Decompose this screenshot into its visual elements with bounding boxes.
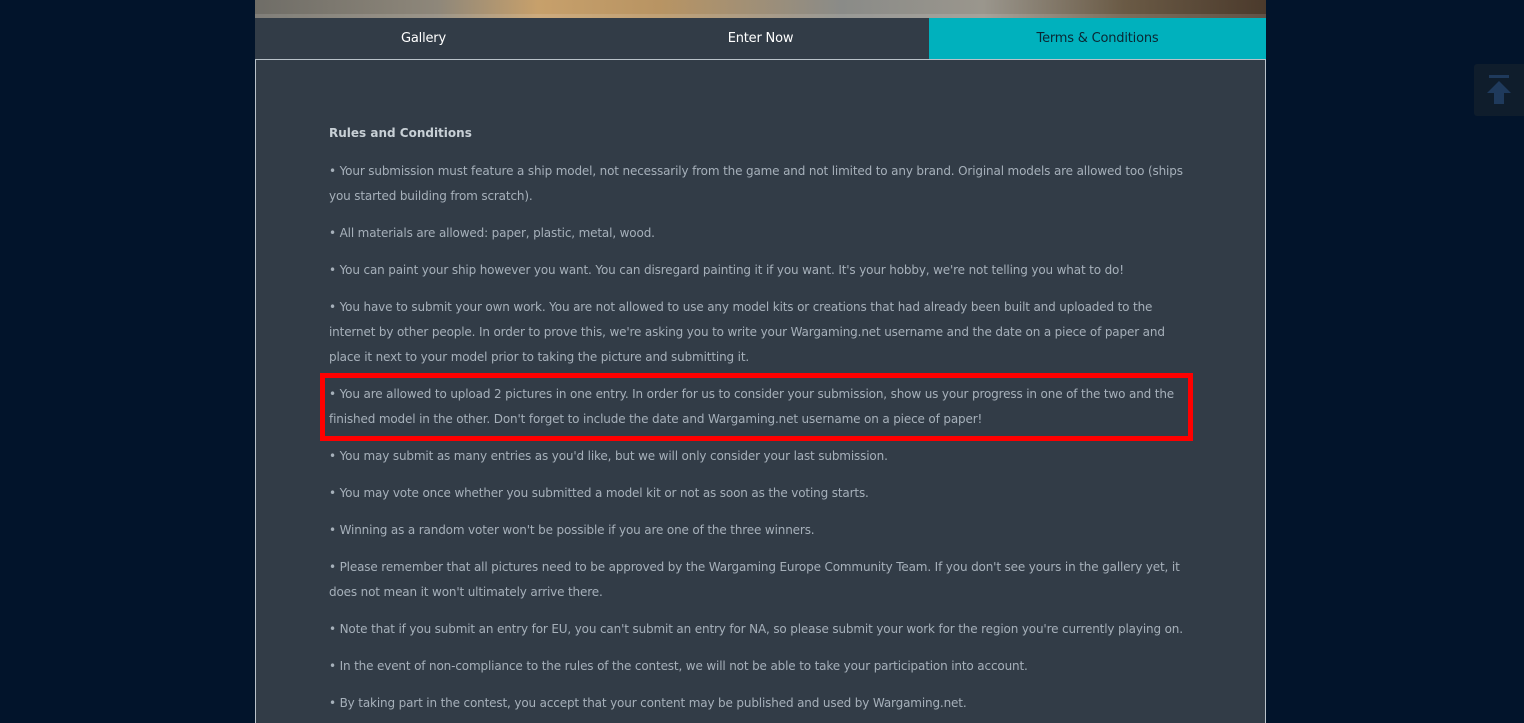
rule-item: • Please remember that all pictures need… — [329, 560, 1180, 599]
terms-panel: Rules and Conditions • Your submission m… — [255, 59, 1266, 723]
rule-item: • You may vote once whether you submitte… — [329, 486, 869, 500]
rule-item: • You can paint your ship however you wa… — [329, 263, 1124, 277]
tab-terms-and-conditions[interactable]: Terms & Conditions — [929, 18, 1266, 59]
rule-item: • You have to submit your own work. You … — [329, 300, 1165, 364]
rules-heading: Rules and Conditions — [329, 126, 472, 140]
tab-bar: Gallery Enter Now Terms & Conditions — [255, 18, 1266, 59]
rule-item: • By taking part in the contest, you acc… — [329, 696, 967, 710]
scroll-to-top-button[interactable] — [1474, 64, 1524, 116]
rule-item: • You may submit as many entries as you'… — [329, 449, 888, 463]
rule-item: • In the event of non-compliance to the … — [329, 659, 1028, 673]
banner-image — [255, 0, 1266, 18]
contest-container: Gallery Enter Now Terms & Conditions Rul… — [255, 0, 1266, 723]
page: Gallery Enter Now Terms & Conditions Rul… — [0, 0, 1524, 723]
rule-item: • Note that if you submit an entry for E… — [329, 622, 1183, 636]
rule-item-highlighted: • You are allowed to upload 2 pictures i… — [320, 373, 1193, 441]
arrow-up-icon — [1487, 75, 1511, 104]
rule-item: • Winning as a random voter won't be pos… — [329, 523, 815, 537]
tab-enter-now[interactable]: Enter Now — [592, 18, 929, 59]
terms-content: Rules and Conditions • Your submission m… — [320, 123, 1193, 723]
tab-gallery[interactable]: Gallery — [255, 18, 592, 59]
rule-item: • All materials are allowed: paper, plas… — [329, 226, 655, 240]
rule-item: • Your submission must feature a ship mo… — [329, 164, 1183, 203]
